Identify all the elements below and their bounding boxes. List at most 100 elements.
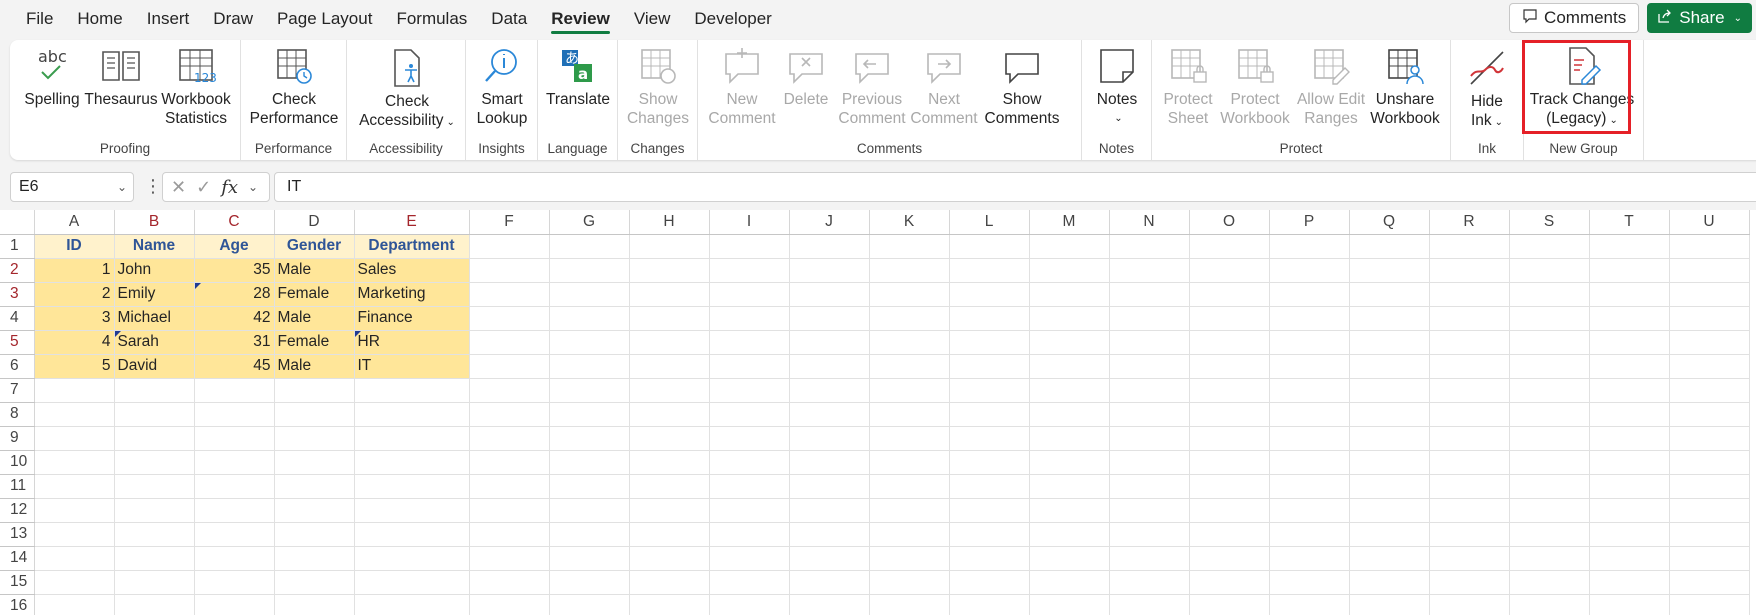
cell-a1[interactable]: ID (33, 233, 115, 259)
cell-m7[interactable] (1029, 378, 1110, 403)
cell-g11[interactable] (549, 474, 630, 499)
workbook-statistics-button[interactable]: 123 Workbook Statistics (158, 46, 234, 128)
chevron-down-icon[interactable]: ⌄ (248, 180, 258, 194)
cell-j4[interactable] (789, 306, 870, 331)
cell-m9[interactable] (1029, 426, 1110, 451)
cell-t8[interactable] (1589, 402, 1670, 427)
cell-o3[interactable] (1189, 282, 1270, 307)
cell-n9[interactable] (1109, 426, 1190, 451)
name-box[interactable]: E6 ⌄ (10, 172, 134, 202)
cell-m1[interactable] (1029, 234, 1110, 259)
cell-f13[interactable] (469, 522, 550, 547)
cell-n11[interactable] (1109, 474, 1190, 499)
cell-o5[interactable] (1189, 330, 1270, 355)
column-header-c[interactable]: C (194, 210, 275, 235)
protect-workbook-button[interactable]: Protect Workbook (1216, 46, 1294, 128)
cell-q16[interactable] (1349, 594, 1430, 615)
delete-comment-button[interactable]: Delete (778, 46, 834, 109)
row-header-4[interactable]: 4 (0, 306, 35, 331)
cell-p2[interactable] (1269, 258, 1350, 283)
formula-input[interactable]: IT (274, 172, 1756, 202)
cell-e15[interactable] (354, 570, 470, 595)
row-header-12[interactable]: 12 (0, 498, 35, 523)
cell-o13[interactable] (1189, 522, 1270, 547)
cell-k9[interactable] (869, 426, 950, 451)
cancel-icon[interactable]: ✕ (171, 177, 186, 198)
cell-e9[interactable] (354, 426, 470, 451)
cell-i2[interactable] (709, 258, 790, 283)
protect-sheet-button[interactable]: Protect Sheet (1158, 46, 1218, 128)
cell-r6[interactable] (1429, 354, 1510, 379)
cell-h16[interactable] (629, 594, 710, 615)
cell-a11[interactable] (34, 474, 115, 499)
cell-m13[interactable] (1029, 522, 1110, 547)
row-header-6[interactable]: 6 (0, 354, 35, 379)
cell-i5[interactable] (709, 330, 790, 355)
cell-f1[interactable] (469, 234, 550, 259)
cell-f5[interactable] (469, 330, 550, 355)
cell-g10[interactable] (549, 450, 630, 475)
cell-g6[interactable] (549, 354, 630, 379)
cell-f7[interactable] (469, 378, 550, 403)
cell-b1[interactable]: Name (113, 233, 195, 259)
cell-k7[interactable] (869, 378, 950, 403)
cell-l14[interactable] (949, 546, 1030, 571)
cell-h14[interactable] (629, 546, 710, 571)
cell-a10[interactable] (34, 450, 115, 475)
unshare-workbook-button[interactable]: Unshare Workbook (1366, 46, 1444, 128)
cell-j5[interactable] (789, 330, 870, 355)
cell-f6[interactable] (469, 354, 550, 379)
cell-l15[interactable] (949, 570, 1030, 595)
cell-e3[interactable]: Marketing (353, 281, 470, 307)
cell-e1[interactable]: Department (353, 233, 470, 259)
cell-i12[interactable] (709, 498, 790, 523)
cell-t16[interactable] (1589, 594, 1670, 615)
cell-p10[interactable] (1269, 450, 1350, 475)
cell-i1[interactable] (709, 234, 790, 259)
cell-n16[interactable] (1109, 594, 1190, 615)
cell-l9[interactable] (949, 426, 1030, 451)
cell-b6[interactable]: David (113, 353, 195, 379)
translate-button[interactable]: あ a Translate (542, 46, 614, 109)
cell-f4[interactable] (469, 306, 550, 331)
column-header-a[interactable]: A (34, 210, 115, 235)
column-header-t[interactable]: T (1589, 210, 1670, 235)
cell-o14[interactable] (1189, 546, 1270, 571)
cell-l1[interactable] (949, 234, 1030, 259)
column-header-s[interactable]: S (1509, 210, 1590, 235)
cell-a6[interactable]: 5 (33, 353, 115, 379)
cell-g15[interactable] (549, 570, 630, 595)
cell-c6[interactable]: 45 (193, 353, 275, 379)
cell-i4[interactable] (709, 306, 790, 331)
cell-d14[interactable] (274, 546, 355, 571)
cell-a12[interactable] (34, 498, 115, 523)
cell-s12[interactable] (1509, 498, 1590, 523)
spelling-button[interactable]: abc Spelling (24, 46, 80, 109)
cell-l6[interactable] (949, 354, 1030, 379)
cell-p4[interactable] (1269, 306, 1350, 331)
cell-f8[interactable] (469, 402, 550, 427)
cell-k1[interactable] (869, 234, 950, 259)
cell-s14[interactable] (1509, 546, 1590, 571)
cell-u16[interactable] (1669, 594, 1750, 615)
cell-t13[interactable] (1589, 522, 1670, 547)
row-header-9[interactable]: 9 (0, 426, 35, 451)
hide-ink-button[interactable]: Hide Ink ⌄ (1457, 48, 1517, 132)
cell-b7[interactable] (114, 378, 195, 403)
cell-k15[interactable] (869, 570, 950, 595)
cell-n6[interactable] (1109, 354, 1190, 379)
cell-d3[interactable]: Female (273, 281, 355, 307)
insert-function-icon[interactable]: fx (221, 177, 238, 198)
cell-g2[interactable] (549, 258, 630, 283)
cell-j7[interactable] (789, 378, 870, 403)
cell-t2[interactable] (1589, 258, 1670, 283)
cell-r8[interactable] (1429, 402, 1510, 427)
cell-s16[interactable] (1509, 594, 1590, 615)
column-header-o[interactable]: O (1189, 210, 1270, 235)
cell-j8[interactable] (789, 402, 870, 427)
cell-e13[interactable] (354, 522, 470, 547)
cell-b15[interactable] (114, 570, 195, 595)
cell-o6[interactable] (1189, 354, 1270, 379)
cell-g1[interactable] (549, 234, 630, 259)
cell-o16[interactable] (1189, 594, 1270, 615)
